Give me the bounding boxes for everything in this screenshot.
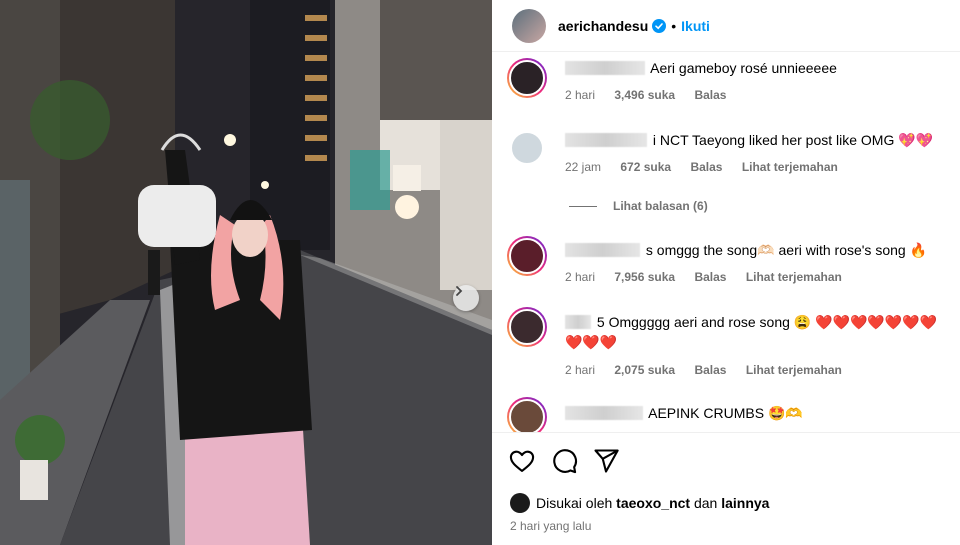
weary-emoji: 😩 — [793, 314, 812, 330]
post-header: aerichandesu • Ikuti — [492, 0, 960, 52]
liker-avatar[interactable] — [510, 493, 530, 513]
chevron-right-icon — [456, 286, 463, 296]
translate-button[interactable]: Lihat terjemahan — [746, 363, 842, 377]
street-scene — [0, 0, 492, 545]
view-replies-label: Lihat balasan (6) — [613, 199, 708, 213]
comment-text: i NCT Taeyong liked her post like OMG — [652, 132, 895, 148]
comment-likes[interactable]: 7,956 suka — [614, 270, 675, 284]
translate-button[interactable]: Lihat terjemahan — [746, 270, 842, 284]
commenter-username[interactable] — [565, 243, 640, 257]
liked-by-prefix: Disukai oleh — [536, 495, 613, 511]
separator-dot: • — [671, 17, 677, 34]
commenter-avatar[interactable] — [507, 128, 547, 168]
liked-by-others[interactable]: lainnya — [721, 495, 769, 511]
liked-by-conj: dan — [693, 495, 718, 511]
hearts-emoji: ❤️❤️❤️ — [565, 334, 618, 350]
reply-button[interactable]: Balas — [694, 270, 726, 284]
author-avatar[interactable] — [512, 8, 546, 43]
reply-button[interactable]: Balas — [694, 363, 726, 377]
comment-text: AEPINK CRUMBS — [648, 405, 765, 421]
like-button[interactable] — [508, 447, 536, 475]
comment-time: 22 jam — [565, 160, 602, 174]
comment-time: 2 hari — [565, 88, 596, 102]
commenter-username[interactable] — [565, 406, 643, 420]
commenter-username[interactable] — [565, 133, 647, 147]
hearts-emoji: ❤️❤️❤️❤️❤️❤️❤️ — [815, 314, 938, 330]
comment-bubble-icon — [553, 449, 577, 474]
translate-button[interactable]: Lihat terjemahan — [742, 160, 838, 174]
next-image-button[interactable] — [453, 285, 479, 311]
commenter-avatar[interactable] — [507, 236, 547, 276]
comment-time: 2 hari — [565, 270, 596, 284]
commenter-avatar[interactable] — [507, 397, 547, 432]
liked-by-user[interactable]: taeoxo_nct — [616, 495, 690, 511]
reply-button[interactable]: Balas — [690, 160, 722, 174]
comment-button[interactable] — [550, 447, 578, 475]
commenter-username[interactable] — [565, 61, 645, 75]
post-panel: aerichandesu • Ikuti Aeri gameboy rosé u… — [492, 0, 960, 545]
comments-list[interactable]: Aeri gameboy rosé unnieeeee 2 hari 3,496… — [492, 52, 960, 432]
reply-button[interactable]: Balas — [694, 88, 726, 102]
view-replies-button[interactable]: Lihat balasan (6) — [569, 199, 708, 213]
comment-likes[interactable]: 3,496 suka — [614, 88, 675, 102]
share-button[interactable] — [592, 447, 620, 475]
replies-divider — [569, 205, 597, 207]
comment-text: s omggg the song🫶🏻 aeri with rose's song — [645, 242, 906, 258]
liked-by: Disukai oleh taeoxo_nct dan lainnya — [510, 493, 769, 513]
star-eyes-emoji: 🤩🫶 — [767, 405, 803, 421]
comment-likes[interactable]: 672 suka — [620, 160, 671, 174]
post-timestamp: 2 hari yang lalu — [510, 519, 592, 533]
comment-text: Aeri gameboy rosé unnieeeee — [650, 60, 837, 76]
commenter-username[interactable] — [565, 315, 591, 329]
commenter-avatar[interactable] — [507, 307, 547, 347]
paper-plane-icon — [594, 449, 619, 473]
comment-text: 5 Omggggg aeri and rose song — [596, 314, 790, 330]
post-photo[interactable] — [0, 0, 492, 545]
commenter-avatar[interactable] — [507, 58, 547, 98]
comment-emoji: 💖💖 — [898, 132, 934, 148]
follow-button[interactable]: Ikuti — [681, 18, 710, 34]
post-actions: Disukai oleh taeoxo_nct dan lainnya 2 ha… — [492, 432, 960, 545]
comment-time: 2 hari — [565, 363, 596, 377]
author-username[interactable]: aerichandesu — [558, 18, 648, 34]
comment-likes[interactable]: 2,075 suka — [614, 363, 675, 377]
fire-emoji: 🔥 — [909, 242, 928, 258]
verified-badge-icon — [652, 18, 667, 33]
heart-icon — [509, 450, 535, 472]
